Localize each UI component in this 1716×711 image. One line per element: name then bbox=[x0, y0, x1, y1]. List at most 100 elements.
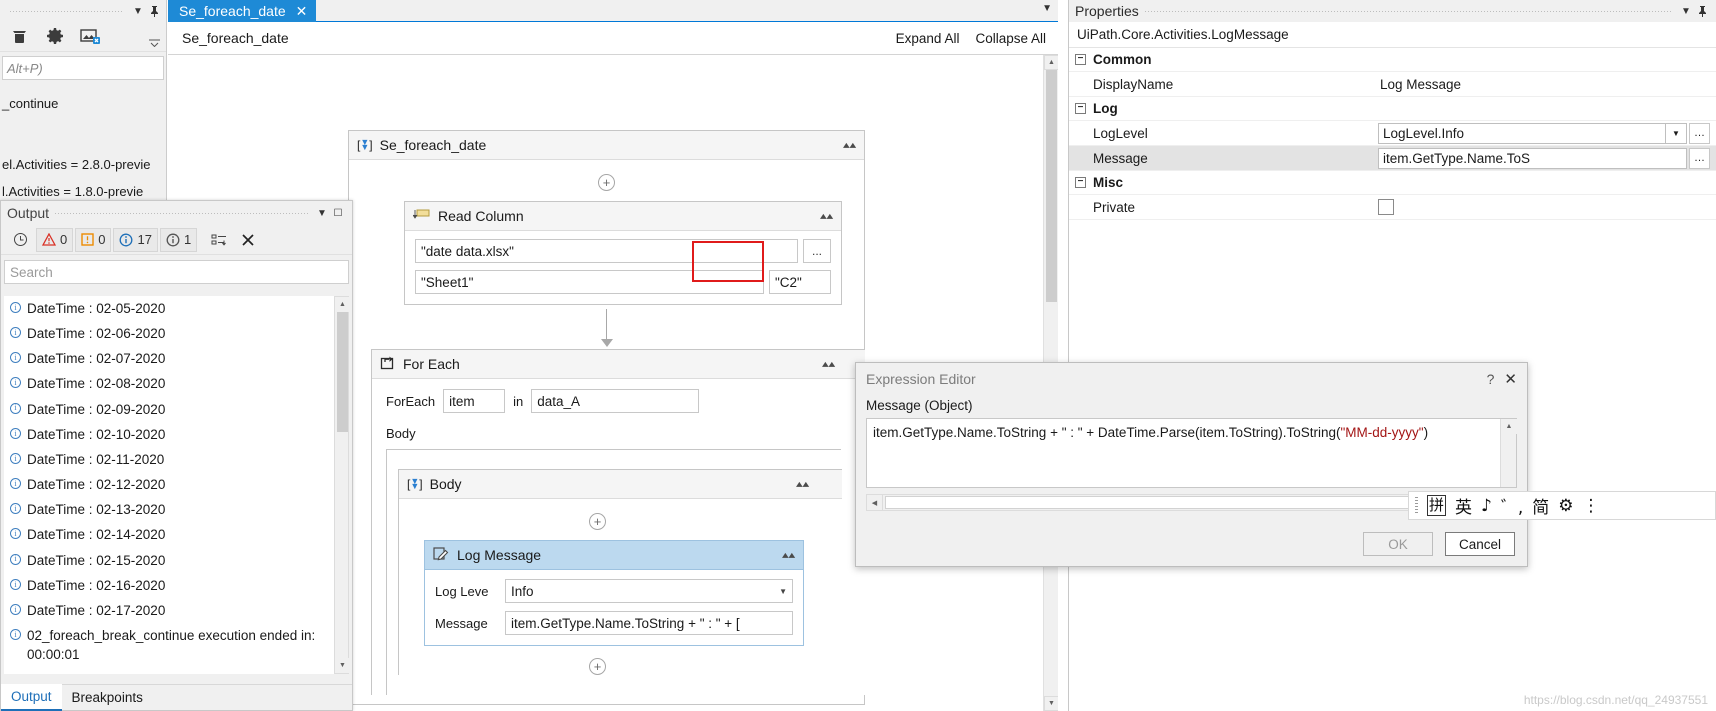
property-row-message[interactable]: Message item.GetType.Name.ToS … bbox=[1069, 146, 1716, 171]
collapse-icon[interactable]: − bbox=[1075, 103, 1086, 114]
for-each-body-container[interactable]: [▼ ▼] Body ▴▴ + Log Message ▴▴ Log Leve … bbox=[386, 449, 842, 695]
cancel-button[interactable]: Cancel bbox=[1445, 532, 1515, 556]
body-sequence-header[interactable]: [▼ ▼] Body ▴▴ bbox=[399, 470, 842, 499]
list-item[interactable]: i DateTime : 02-11-2020 bbox=[4, 447, 336, 472]
log-level-select[interactable]: Info ▼ bbox=[505, 579, 793, 603]
activity-sequence-root[interactable]: [▼ ▼] Se_foreach_date ▴▴ + Read Column ▴▴… bbox=[348, 130, 865, 705]
loglevel-value-input[interactable]: LogLevel.Info bbox=[1378, 122, 1666, 144]
ime-menu-icon[interactable]: ⋮ bbox=[1583, 496, 1600, 516]
list-item[interactable]: i DateTime : 02-13-2020 bbox=[4, 497, 336, 522]
scroll-up-icon[interactable]: ▲ bbox=[1501, 419, 1517, 434]
list-item[interactable]: i DateTime : 02-15-2020 bbox=[4, 548, 336, 573]
property-group-common[interactable]: − Common bbox=[1069, 48, 1716, 72]
output-log-list[interactable]: i DateTime : 02-05-2020 i DateTime : 02-06… bbox=[4, 296, 336, 674]
ime-simplified-icon[interactable]: 简 bbox=[1532, 493, 1549, 518]
property-group-misc[interactable]: − Misc bbox=[1069, 171, 1716, 195]
tab-breakpoints[interactable]: Breakpoints bbox=[62, 685, 153, 710]
output-vertical-scrollbar[interactable]: ▲ ▼ bbox=[334, 296, 350, 674]
collapse-chevron-icon[interactable]: ▴▴ bbox=[843, 139, 856, 151]
clear-icon[interactable] bbox=[235, 228, 261, 252]
pin-icon[interactable] bbox=[1694, 3, 1710, 19]
ime-shape-icon[interactable]: ♪ bbox=[1481, 496, 1492, 516]
trace-counter[interactable]: 1 bbox=[159, 227, 198, 252]
list-item[interactable]: i DateTime : 02-16-2020 bbox=[4, 573, 336, 598]
chevron-down-icon[interactable]: ▼ bbox=[314, 205, 330, 221]
scrollbar-thumb[interactable] bbox=[337, 312, 348, 432]
add-activity-button[interactable]: + bbox=[589, 513, 606, 530]
property-group-log[interactable]: − Log bbox=[1069, 97, 1716, 121]
ime-mode-icon[interactable]: 拼 bbox=[1427, 495, 1447, 516]
collapse-chevron-icon[interactable]: ▴▴ bbox=[796, 478, 809, 490]
scroll-left-icon[interactable]: ◀ bbox=[867, 495, 883, 510]
list-item[interactable]: i DateTime : 02-08-2020 bbox=[4, 371, 336, 396]
list-item[interactable]: i DateTime : 02-12-2020 bbox=[4, 472, 336, 497]
ime-punctuation-icon[interactable]: ゛, bbox=[1501, 493, 1523, 518]
list-item[interactable]: i DateTime : 02-14-2020 bbox=[4, 522, 336, 547]
panel-dropdown-icon[interactable]: ▼ bbox=[130, 3, 146, 19]
info-counter[interactable]: 17 bbox=[113, 227, 158, 252]
column-range-field[interactable]: "C2" bbox=[769, 270, 831, 294]
list-item[interactable]: i DateTime : 02-05-2020 bbox=[4, 296, 336, 321]
for-each-item-field[interactable]: item bbox=[443, 389, 506, 413]
expression-editor-button[interactable]: … bbox=[1689, 122, 1710, 144]
sequence-header[interactable]: [▼ ▼] Se_foreach_date ▴▴ bbox=[349, 131, 864, 160]
sheet-name-field[interactable]: "Sheet1" bbox=[415, 270, 764, 294]
activity-body-sequence[interactable]: [▼ ▼] Body ▴▴ + Log Message ▴▴ Log Leve … bbox=[398, 469, 842, 675]
workbook-path-field[interactable]: "date data.xlsx" bbox=[415, 239, 798, 263]
collapse-all-button[interactable]: Collapse All bbox=[975, 31, 1046, 46]
private-checkbox[interactable] bbox=[1378, 199, 1394, 215]
for-each-header[interactable]: For Each ▴▴ bbox=[372, 350, 865, 379]
help-icon[interactable]: ? bbox=[1477, 371, 1505, 387]
expression-text[interactable]: item.GetType.Name.ToString + " : " + Dat… bbox=[867, 419, 1500, 487]
chevron-down-icon[interactable]: ▼ bbox=[1666, 122, 1687, 144]
property-row-displayname[interactable]: DisplayName Log Message bbox=[1069, 72, 1716, 97]
property-row-private[interactable]: Private bbox=[1069, 195, 1716, 220]
filter-icon[interactable] bbox=[205, 228, 233, 252]
chevron-down-icon[interactable]: ▼ bbox=[1678, 3, 1694, 19]
scrollbar-thumb[interactable] bbox=[1046, 70, 1057, 302]
read-column-header[interactable]: Read Column ▴▴ bbox=[405, 202, 841, 231]
collapse-chevron-icon[interactable]: ▴▴ bbox=[782, 549, 795, 561]
scrollbar-thumb[interactable] bbox=[885, 496, 1415, 509]
collapse-chevron-icon[interactable]: ▴▴ bbox=[820, 210, 833, 222]
trash-icon[interactable] bbox=[8, 26, 30, 48]
list-item[interactable]: i DateTime : 02-17-2020 bbox=[4, 598, 336, 623]
tab-output[interactable]: Output bbox=[1, 684, 62, 711]
clock-icon[interactable] bbox=[7, 228, 34, 252]
maximize-icon[interactable]: ☐ bbox=[330, 205, 346, 221]
list-item[interactable]: i DateTime : 02-07-2020 bbox=[4, 346, 336, 371]
output-search-input[interactable]: Search bbox=[4, 260, 349, 284]
activity-log-message[interactable]: Log Message ▴▴ Log Leve Info ▼ Message i… bbox=[424, 540, 804, 646]
collapse-icon[interactable]: − bbox=[1075, 177, 1086, 188]
image-remove-icon[interactable] bbox=[80, 26, 102, 48]
ime-language-icon[interactable]: 英 bbox=[1455, 493, 1472, 518]
project-tree-item[interactable]: el.Activities = 2.8.0-previe bbox=[0, 153, 166, 176]
list-item[interactable]: i DateTime : 02-10-2020 bbox=[4, 422, 336, 447]
project-search-input[interactable]: Alt+P) bbox=[2, 56, 164, 80]
ime-emoji-icon[interactable]: ⚙ bbox=[1558, 496, 1573, 516]
property-row-loglevel[interactable]: LogLevel LogLevel.Info ▼ … bbox=[1069, 121, 1716, 146]
scroll-down-icon[interactable]: ▼ bbox=[1044, 696, 1058, 711]
collapse-icon[interactable]: − bbox=[1075, 54, 1086, 65]
collapse-chevron-icon[interactable]: ▴▴ bbox=[822, 358, 835, 370]
close-icon[interactable]: ✕ bbox=[1504, 370, 1517, 388]
pin-icon[interactable] bbox=[146, 3, 162, 19]
project-tree-item[interactable]: _continue bbox=[0, 92, 166, 115]
expand-all-button[interactable]: Expand All bbox=[896, 31, 960, 46]
scroll-up-icon[interactable]: ▲ bbox=[1044, 55, 1058, 70]
log-message-header[interactable]: Log Message ▴▴ bbox=[425, 541, 803, 570]
activity-read-column[interactable]: Read Column ▴▴ "date data.xlsx" ... "She… bbox=[404, 201, 842, 305]
list-item[interactable]: i 02_foreach_break_continue execution end… bbox=[4, 623, 336, 667]
warning-counter[interactable]: 0 bbox=[75, 227, 112, 252]
breadcrumb[interactable]: Se_foreach_date bbox=[168, 30, 289, 46]
tab-se-foreach-date[interactable]: Se_foreach_date ✕ bbox=[168, 0, 317, 22]
message-field[interactable]: item.GetType.Name.ToString + " : " + [ bbox=[505, 611, 793, 635]
scroll-down-icon[interactable]: ▼ bbox=[335, 658, 350, 673]
expression-editor-button[interactable]: … bbox=[1689, 147, 1710, 169]
browse-button[interactable]: ... bbox=[803, 239, 831, 263]
property-value[interactable]: Log Message bbox=[1378, 77, 1461, 92]
list-item[interactable]: i DateTime : 02-06-2020 bbox=[4, 321, 336, 346]
activity-for-each[interactable]: For Each ▴▴ ForEach item in data_A Body … bbox=[371, 349, 865, 695]
error-counter[interactable]: 0 bbox=[36, 227, 74, 252]
drag-handle[interactable] bbox=[1415, 497, 1418, 514]
